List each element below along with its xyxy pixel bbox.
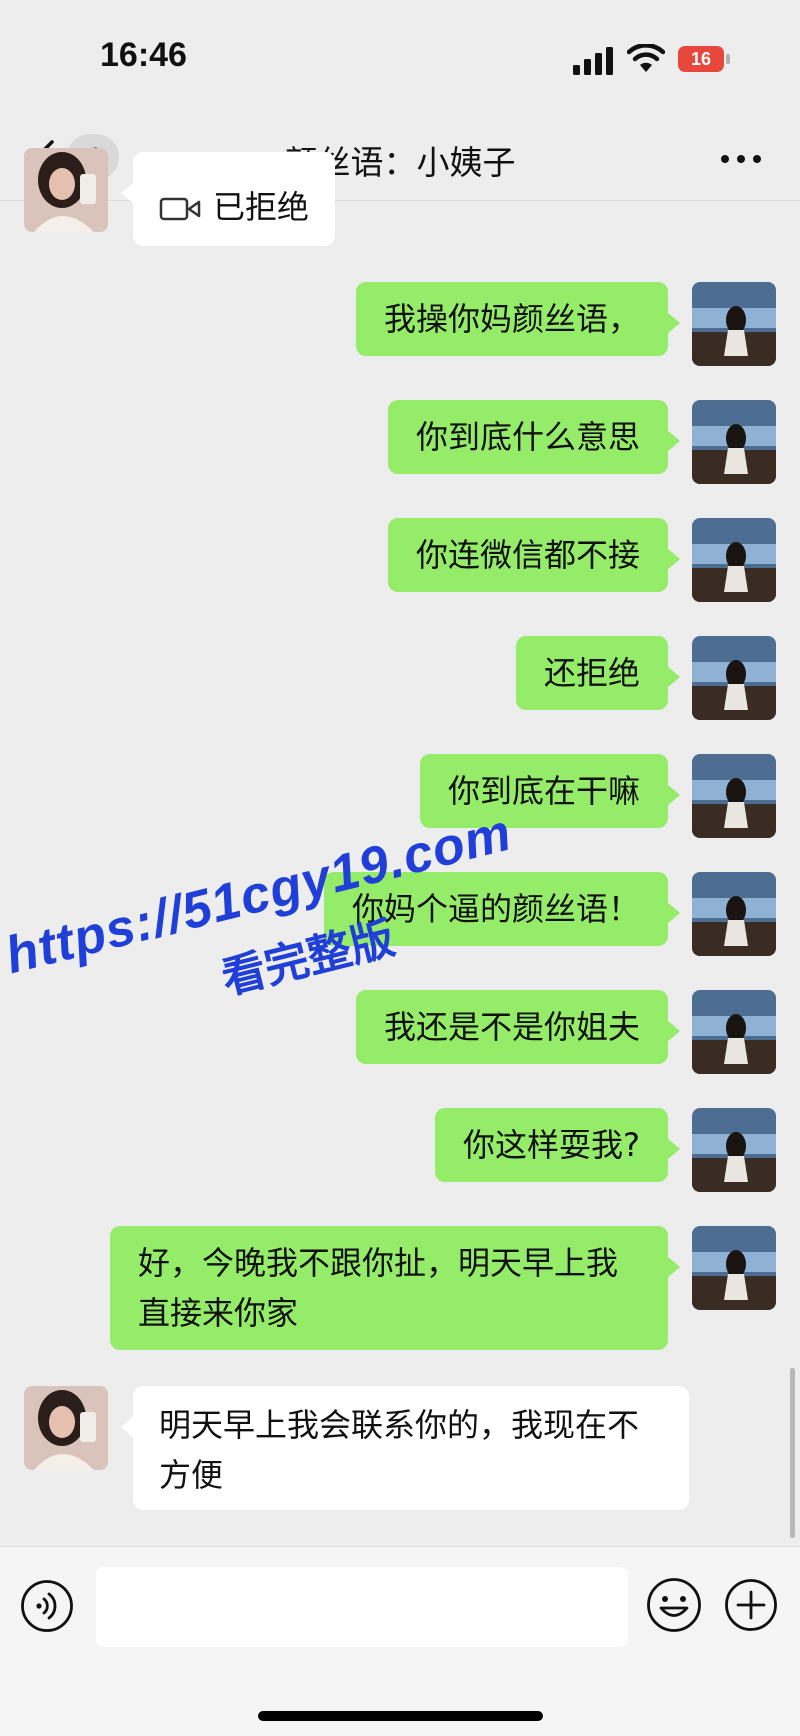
- outgoing-message[interactable]: 你到底在干嘛: [419, 754, 681, 828]
- my-avatar[interactable]: [692, 1108, 776, 1192]
- outgoing-message[interactable]: 你连微信都不接: [387, 518, 681, 592]
- battery-icon: 16: [678, 46, 730, 72]
- call-record-bubble[interactable]: 已拒绝: [120, 152, 336, 246]
- message-list[interactable]: 已拒绝 我操你妈颜丝语， 你到底什么意思 你连微信都不接 还拒绝 你到底在干嘛 …: [0, 148, 800, 1546]
- voice-icon[interactable]: [20, 1579, 74, 1633]
- outgoing-message[interactable]: 我还是不是你姐夫: [355, 990, 681, 1064]
- my-avatar[interactable]: [692, 636, 776, 720]
- battery-level: 16: [691, 49, 711, 69]
- incoming-message[interactable]: 明天早上我会联系你的，我现在不方便: [121, 1386, 689, 1510]
- scrollbar[interactable]: [790, 1368, 795, 1538]
- outgoing-message[interactable]: 好，今晚我不跟你扯，明天早上我直接来你家: [110, 1226, 680, 1350]
- cellular-signal-icon: [573, 47, 613, 75]
- call-status: 已拒绝: [213, 188, 310, 226]
- outgoing-message[interactable]: 你妈个逼的颜丝语！: [323, 872, 681, 946]
- plus-icon[interactable]: [724, 1578, 778, 1632]
- contact-avatar[interactable]: [24, 1386, 108, 1470]
- ellipsis-icon[interactable]: [718, 144, 764, 174]
- my-avatar[interactable]: [692, 282, 776, 366]
- status-bar: 16:46 16: [0, 0, 800, 118]
- chat-title: 颜丝语：小姨子: [284, 143, 516, 182]
- outgoing-message[interactable]: 我操你妈颜丝语，: [355, 282, 681, 356]
- message-input[interactable]: [96, 1567, 628, 1647]
- my-avatar[interactable]: [692, 518, 776, 602]
- chat-header: 4 颜丝语：小姨子: [0, 118, 800, 201]
- outgoing-message[interactable]: 还拒绝: [515, 636, 681, 710]
- smiley-icon[interactable]: [646, 1577, 702, 1633]
- home-indicator[interactable]: [258, 1711, 543, 1721]
- outgoing-message[interactable]: 你这样耍我?: [435, 1108, 680, 1182]
- outgoing-message[interactable]: 你到底什么意思: [387, 400, 681, 474]
- my-avatar[interactable]: [692, 754, 776, 838]
- chat-screen: 16:46 16 4 颜丝语：小姨子: [0, 0, 800, 1736]
- input-bar: [0, 1546, 800, 1736]
- video-call-icon: [159, 197, 201, 221]
- my-avatar[interactable]: [692, 1226, 776, 1310]
- status-time: 16:46: [100, 36, 187, 74]
- contact-avatar[interactable]: [24, 148, 108, 232]
- my-avatar[interactable]: [692, 872, 776, 956]
- my-avatar[interactable]: [692, 990, 776, 1074]
- wifi-icon: [627, 44, 665, 72]
- my-avatar[interactable]: [692, 400, 776, 484]
